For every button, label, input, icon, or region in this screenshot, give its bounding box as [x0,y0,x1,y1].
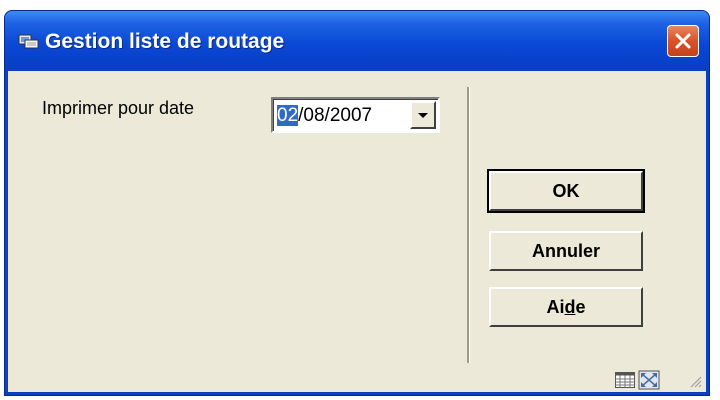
resize-grip-icon[interactable] [688,374,702,388]
calendar-grid-icon[interactable] [615,372,635,388]
date-dropdown-button[interactable] [410,101,436,129]
help-label-end: e [575,296,586,317]
date-value[interactable]: 02/08/2007 [277,105,372,127]
help-button[interactable]: Ai d e [489,287,643,327]
dialog-body: Imprimer pour date 02/08/2007 OK Annuler… [8,71,706,392]
close-icon [675,33,691,49]
cancel-button[interactable]: Annuler [489,231,643,271]
date-selected-segment: 02 [277,105,299,126]
dialog-window: Gestion liste de routage Imprimer pour d… [4,10,710,396]
title-bar[interactable]: Gestion liste de routage [5,11,709,71]
chevron-down-icon [418,113,428,118]
print-date-picker[interactable]: 02/08/2007 [271,97,440,133]
print-date-label: Imprimer pour date [42,98,195,118]
maximize-icon[interactable] [638,370,660,390]
help-label-start: Ai [546,296,565,317]
close-button[interactable] [667,25,699,57]
vertical-separator [467,87,470,363]
date-remaining-text: /08/2007 [298,105,373,126]
window-title: Gestion liste de routage [45,30,285,53]
app-icon [18,32,40,50]
ok-button[interactable]: OK [487,169,645,213]
help-label-mnemonic: d [564,296,576,317]
